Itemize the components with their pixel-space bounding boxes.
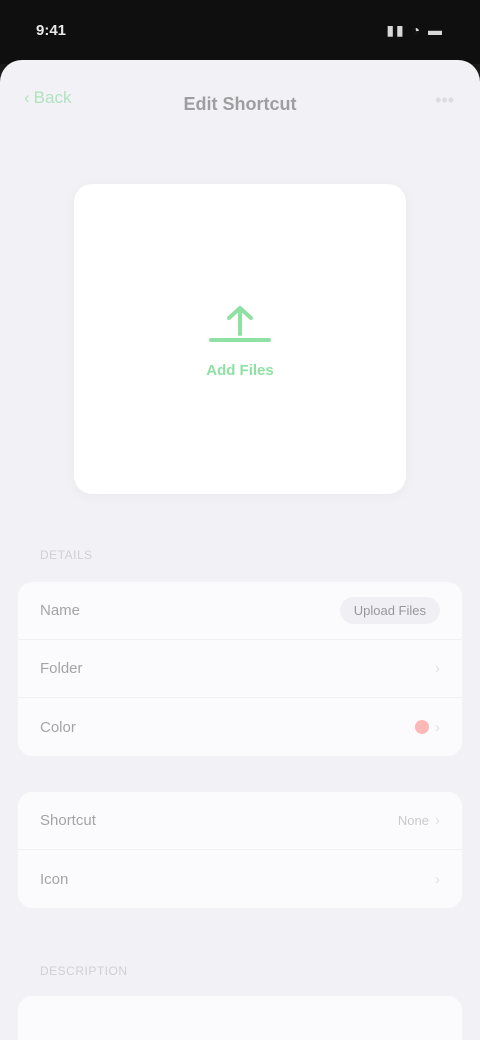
chevron-right-icon: › xyxy=(435,718,440,736)
row-label: Shortcut xyxy=(40,812,96,829)
navigation-bar: ‹ Back Edit Shortcut ••• xyxy=(0,60,480,148)
row-folder[interactable]: Folder › xyxy=(18,640,462,698)
preview-label: Add Files xyxy=(206,361,274,379)
section-header-details: Details xyxy=(40,548,93,562)
more-button[interactable]: ••• xyxy=(435,90,454,111)
chevron-right-icon: › xyxy=(435,660,440,677)
chevron-left-icon: ‹ xyxy=(24,88,30,107)
color-swatch[interactable] xyxy=(415,720,429,734)
back-button[interactable]: ‹ Back xyxy=(24,88,71,108)
preview-card[interactable]: Add Files xyxy=(74,184,406,494)
settings-group: Shortcut None › Icon › xyxy=(18,792,462,908)
details-group: Name Upload Files Folder › Color › xyxy=(18,582,462,756)
status-time: 9:41 xyxy=(36,22,67,39)
status-bar: 9:41 ▮▮ ◔ ▬ xyxy=(0,0,480,64)
upload-icon xyxy=(205,300,275,352)
row-label: Color xyxy=(40,718,76,736)
row-icon[interactable]: Icon › xyxy=(18,850,462,908)
row-label: Icon xyxy=(40,870,69,888)
row-label: Name xyxy=(40,602,81,619)
back-button-label: Back xyxy=(33,88,72,107)
page-title: Edit Shortcut xyxy=(183,93,297,114)
description-group[interactable] xyxy=(18,996,462,1040)
row-name[interactable]: Name Upload Files xyxy=(18,582,462,640)
chevron-right-icon: › xyxy=(435,870,440,888)
row-color[interactable]: Color › xyxy=(18,698,462,756)
chevron-right-icon: › xyxy=(435,812,440,829)
section-header-description: Description xyxy=(40,964,128,978)
row-label: Folder xyxy=(40,660,83,677)
row-value: None xyxy=(397,813,429,828)
name-value-pill[interactable]: Upload Files xyxy=(339,597,440,624)
status-icons: ▮▮ ◔ ▬ xyxy=(386,22,444,38)
row-shortcut[interactable]: Shortcut None › xyxy=(18,792,462,850)
modal-sheet: ‹ Back Edit Shortcut ••• Add Files Detai… xyxy=(0,60,480,1040)
